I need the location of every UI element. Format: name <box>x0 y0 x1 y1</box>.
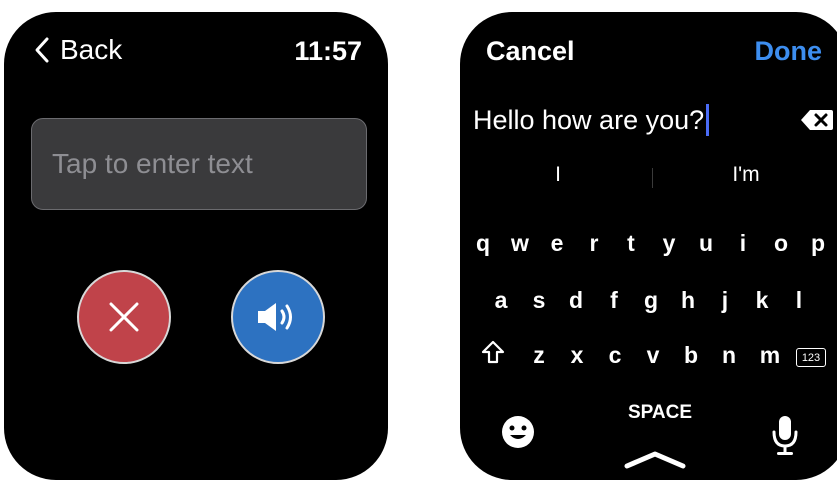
microphone-icon <box>772 416 798 455</box>
key-d[interactable]: d <box>560 287 592 314</box>
shift-key[interactable] <box>480 339 506 370</box>
cancel-link[interactable]: Cancel <box>486 36 575 67</box>
chevron-left-icon <box>35 37 49 63</box>
back-label: Back <box>60 34 123 65</box>
chevron-up-icon[interactable] <box>623 450 687 475</box>
key-w[interactable]: w <box>504 230 536 257</box>
suggestion-divider <box>652 168 653 188</box>
space-key[interactable]: SPACE <box>585 402 735 424</box>
key-b[interactable]: b <box>675 342 707 369</box>
key-c[interactable]: c <box>599 342 631 369</box>
text-field-placeholder: Tap to enter text <box>52 148 253 179</box>
backspace-button[interactable] <box>800 108 834 137</box>
clock-time: 11:57 <box>294 36 362 66</box>
key-q[interactable]: q <box>467 230 499 257</box>
key-r[interactable]: r <box>578 230 610 257</box>
emoji-button[interactable] <box>500 414 536 455</box>
key-j[interactable]: j <box>709 287 741 314</box>
speaker-icon <box>258 303 292 331</box>
key-l[interactable]: l <box>783 287 815 314</box>
key-o[interactable]: o <box>765 230 797 257</box>
key-v[interactable]: v <box>637 342 669 369</box>
close-icon <box>109 302 139 332</box>
key-f[interactable]: f <box>598 287 630 314</box>
suggestion-3[interactable]: I'm <box>706 163 786 187</box>
key-n[interactable]: n <box>713 342 745 369</box>
key-i[interactable]: i <box>727 230 759 257</box>
key-z[interactable]: z <box>523 342 555 369</box>
text-entry-field[interactable]: Tap to enter text <box>31 118 367 210</box>
space-label: SPACE <box>627 402 693 423</box>
emoji-icon <box>502 416 534 448</box>
key-y[interactable]: y <box>653 230 685 257</box>
done-link[interactable]: Done <box>755 36 823 67</box>
back-button[interactable]: Back <box>34 34 122 66</box>
backspace-icon <box>801 110 833 130</box>
text-input[interactable]: Hello how are you? <box>473 104 710 136</box>
key-s[interactable]: s <box>523 287 555 314</box>
watch-screen-keyboard: Cancel Done Hello how are you? I I'm q w… <box>460 12 837 480</box>
text-cursor <box>706 104 710 136</box>
key-p[interactable]: p <box>802 230 834 257</box>
numbers-key[interactable]: 123 <box>796 348 826 367</box>
cancel-button[interactable] <box>77 270 171 364</box>
key-e[interactable]: e <box>541 230 573 257</box>
key-g[interactable]: g <box>635 287 667 314</box>
dictation-button[interactable] <box>771 414 799 461</box>
shift-icon <box>481 340 505 364</box>
key-h[interactable]: h <box>672 287 704 314</box>
entered-text: Hello how are you? <box>473 104 705 135</box>
numbers-key-label: 123 <box>801 351 821 364</box>
speak-button[interactable] <box>231 270 325 364</box>
key-a[interactable]: a <box>485 287 517 314</box>
key-u[interactable]: u <box>690 230 722 257</box>
watch-screen-text-entry: Back 11:57 Tap to enter text <box>4 12 388 480</box>
key-t[interactable]: t <box>615 230 647 257</box>
suggestion-1[interactable]: I <box>518 163 598 187</box>
key-m[interactable]: m <box>754 342 786 369</box>
key-k[interactable]: k <box>746 287 778 314</box>
key-x[interactable]: x <box>561 342 593 369</box>
